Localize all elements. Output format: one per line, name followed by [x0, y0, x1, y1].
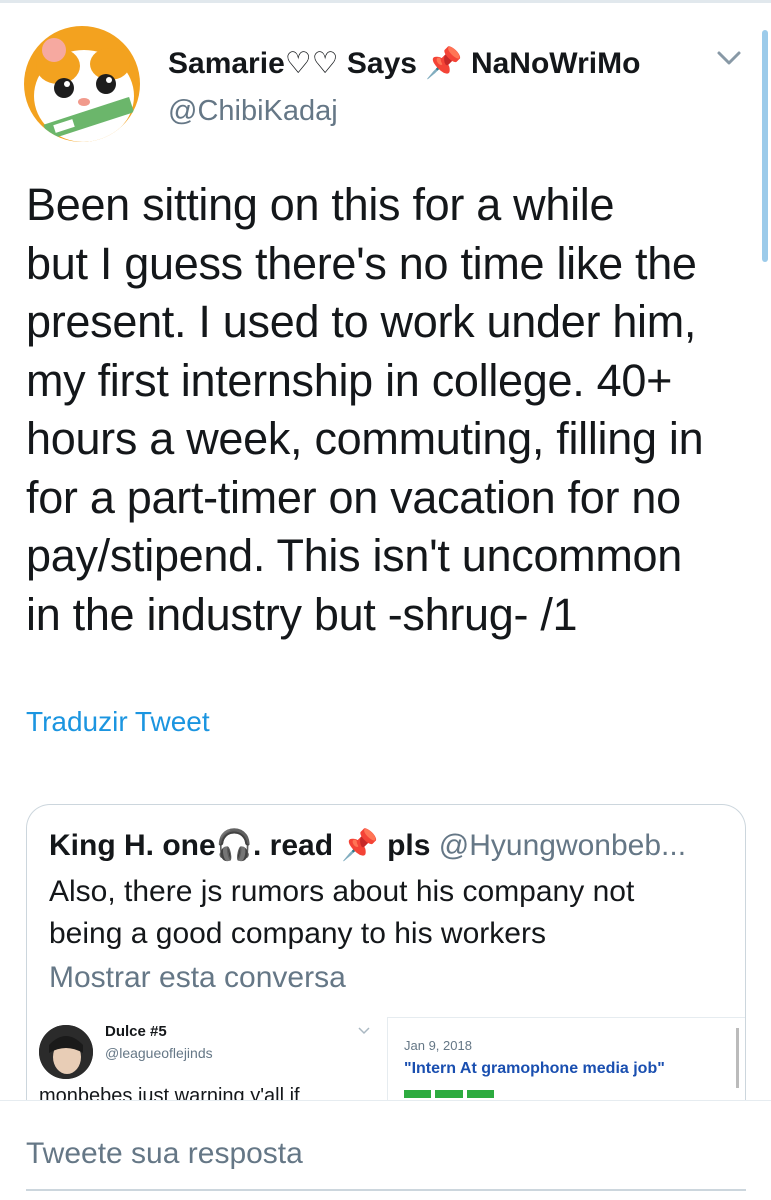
reply-input[interactable]: Tweete sua resposta: [26, 1137, 303, 1171]
embedded-user-handle: @leagueoflejinds: [105, 1045, 213, 1061]
avatar[interactable]: [24, 26, 140, 142]
embedded-article-date: Jan 9, 2018: [404, 1038, 472, 1053]
show-conversation-link[interactable]: Mostrar esta conversa: [49, 959, 346, 997]
display-name[interactable]: Samarie♡♡ Says 📌 NaNoWriMo: [168, 46, 640, 82]
embedded-avatar: [39, 1025, 93, 1079]
embedded-article-title: "Intern At gramophone media job": [404, 1060, 665, 1077]
embedded-chevron-down-icon: [357, 1023, 371, 1035]
quoted-display-name: King H. one🎧. read 📌 pls: [49, 829, 431, 862]
quoted-tweet-header: King H. one🎧. read 📌 pls @Hyungwonbeb...: [49, 827, 729, 865]
quoted-tweet-card[interactable]: King H. one🎧. read 📌 pls @Hyungwonbeb...…: [26, 804, 746, 1104]
embedded-rating-bars: [404, 1090, 494, 1098]
embedded-display-name: Dulce #5: [105, 1023, 167, 1040]
chevron-down-icon[interactable]: [716, 48, 742, 68]
reply-composer[interactable]: Tweete sua resposta: [0, 1100, 771, 1200]
tweet-text: Been sitting on this for a while but I g…: [26, 179, 704, 640]
embedded-tweet-image: Dulce #5 @leagueoflejinds monbebes just …: [27, 1015, 377, 1104]
reply-underline: [26, 1189, 746, 1191]
embedded-scrollbar: [736, 1028, 739, 1088]
quoted-tweet-text: Also, there js rumors about his company …: [49, 875, 635, 950]
top-divider: [0, 0, 771, 3]
quoted-user-handle: @Hyungwonbeb...: [438, 829, 687, 862]
scrollbar[interactable]: [762, 30, 768, 262]
translate-tweet-link[interactable]: Traduzir Tweet: [26, 704, 210, 740]
embedded-article-image: Jan 9, 2018 "Intern At gramophone media …: [387, 1017, 745, 1104]
user-handle[interactable]: @ChibiKadaj: [168, 94, 338, 128]
